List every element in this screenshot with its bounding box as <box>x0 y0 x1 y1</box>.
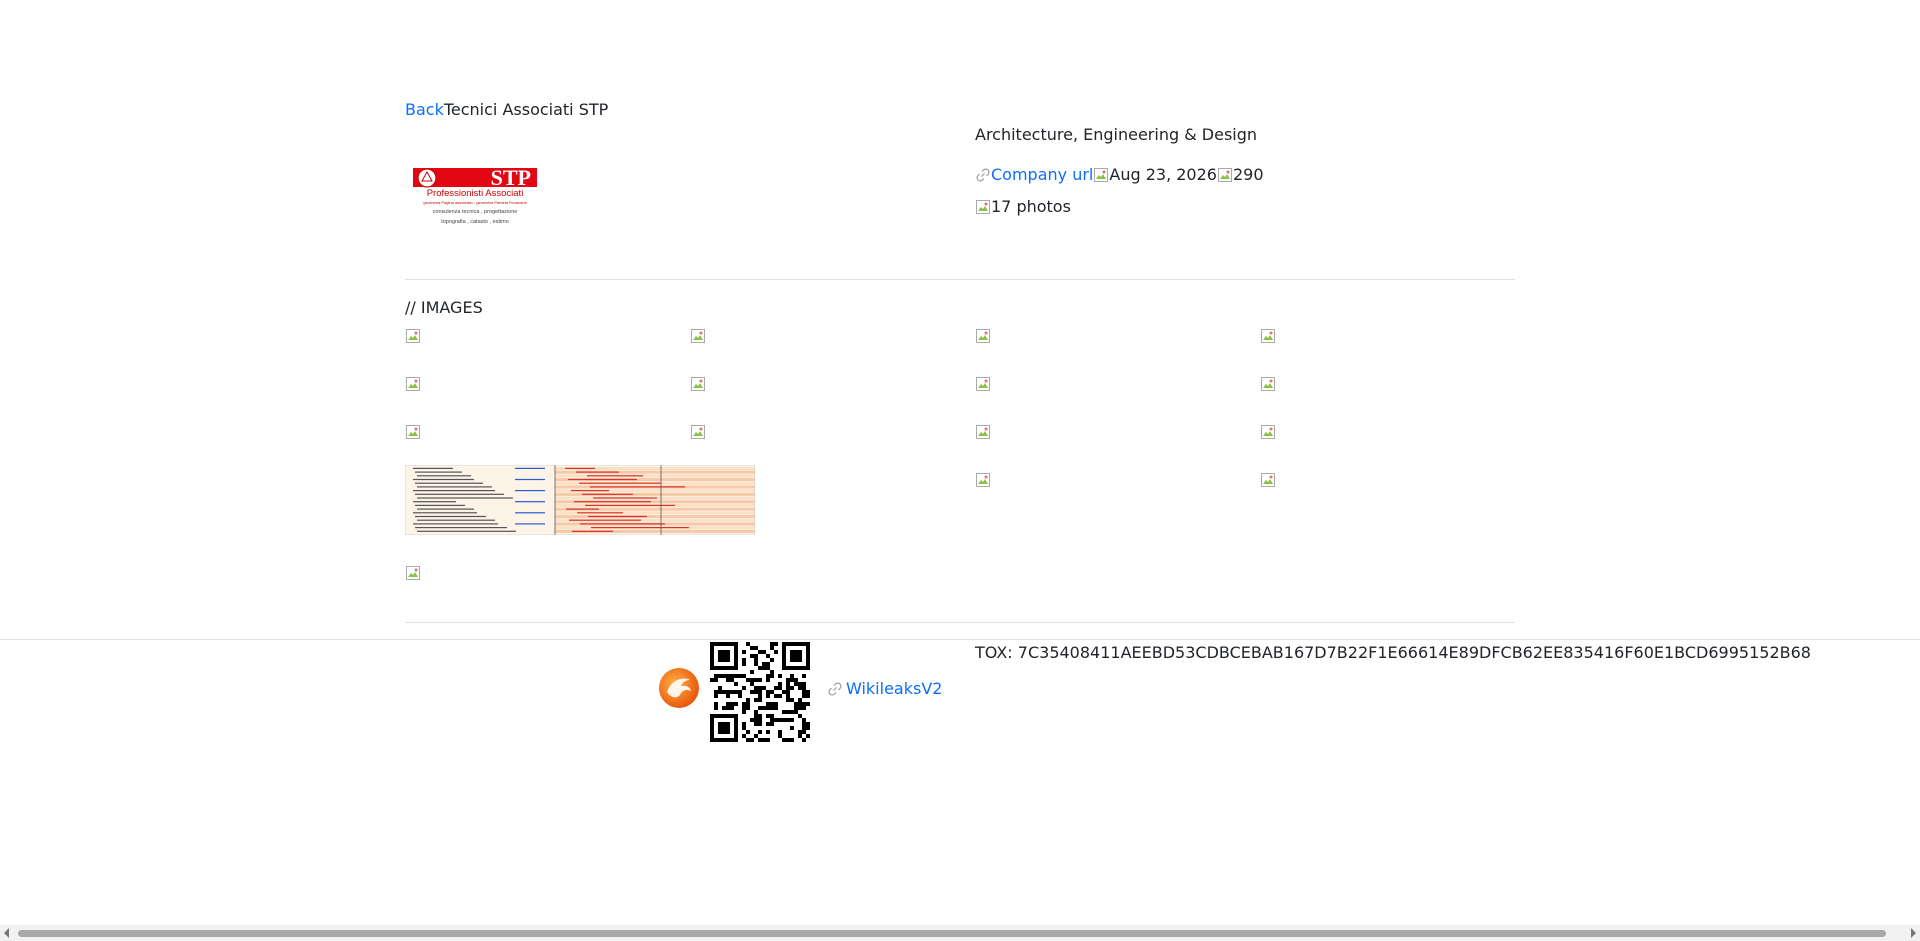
photos-icon <box>975 199 991 215</box>
gallery-image[interactable] <box>405 376 421 392</box>
company-title: Tecnici Associati STP <box>443 100 609 119</box>
scroll-left-icon[interactable] <box>4 928 9 938</box>
view-count: 290 <box>1232 165 1264 184</box>
photo-count: 17 photos <box>975 197 1071 216</box>
horizontal-scrollbar[interactable] <box>0 925 1920 941</box>
phoenix-logo-icon <box>657 666 701 710</box>
views-icon <box>1217 167 1233 183</box>
tox-id: TOX: 7C35408411AEEBD53CDBCEBAB167D7B22F1… <box>975 643 1811 662</box>
scrollbar-thumb[interactable] <box>18 930 1886 937</box>
logo-line4: topografia , catasto , estimo <box>441 219 509 225</box>
gallery-image[interactable] <box>1260 424 1276 440</box>
footer-link: WikileaksV2 <box>827 679 942 698</box>
company-url-link[interactable]: Company url <box>991 165 1093 184</box>
page-header: BackTecnici Associati STP <box>405 100 608 119</box>
gallery-image[interactable] <box>1260 376 1276 392</box>
gallery-image[interactable] <box>975 376 991 392</box>
logo-line3: consulenza tecnica , progettazione <box>433 209 518 215</box>
back-link[interactable]: Back <box>405 100 444 119</box>
gallery-image[interactable] <box>1260 472 1276 488</box>
company-meta: Company url Aug 23, 2026 290 <box>975 165 1264 184</box>
spreadsheet-thumbnail[interactable] <box>404 464 756 536</box>
photo-count-label: 17 photos <box>991 197 1071 216</box>
footer-divider <box>0 639 1920 640</box>
gallery-image[interactable] <box>405 328 421 344</box>
gallery-image[interactable] <box>975 424 991 440</box>
post-date: Aug 23, 2026 <box>1109 165 1217 184</box>
link-icon <box>827 681 843 697</box>
company-logo: STP Professionisti Associati geometra Pa… <box>405 134 545 260</box>
link-icon <box>975 167 991 183</box>
gallery-image[interactable] <box>405 424 421 440</box>
gallery-image[interactable] <box>690 328 706 344</box>
logo-brand: STP <box>491 165 531 190</box>
logo-line2: geometra Pagina associatio - geometra Pa… <box>423 200 526 205</box>
gallery-image[interactable] <box>1260 328 1276 344</box>
divider-bottom <box>405 622 1515 623</box>
divider <box>405 279 1515 280</box>
qr-code <box>710 642 810 742</box>
wikileaks-link[interactable]: WikileaksV2 <box>846 679 942 698</box>
gallery-image[interactable] <box>405 565 421 581</box>
gallery-image[interactable] <box>975 328 991 344</box>
gallery-image[interactable] <box>690 424 706 440</box>
images-section-title: // IMAGES <box>405 298 483 317</box>
company-category: Architecture, Engineering & Design <box>975 125 1258 144</box>
scroll-right-icon[interactable] <box>1911 928 1916 938</box>
logo-line1: Professionisti Associati <box>427 188 524 199</box>
gallery-image[interactable] <box>975 472 991 488</box>
gallery-image[interactable] <box>690 376 706 392</box>
calendar-icon <box>1093 167 1109 183</box>
